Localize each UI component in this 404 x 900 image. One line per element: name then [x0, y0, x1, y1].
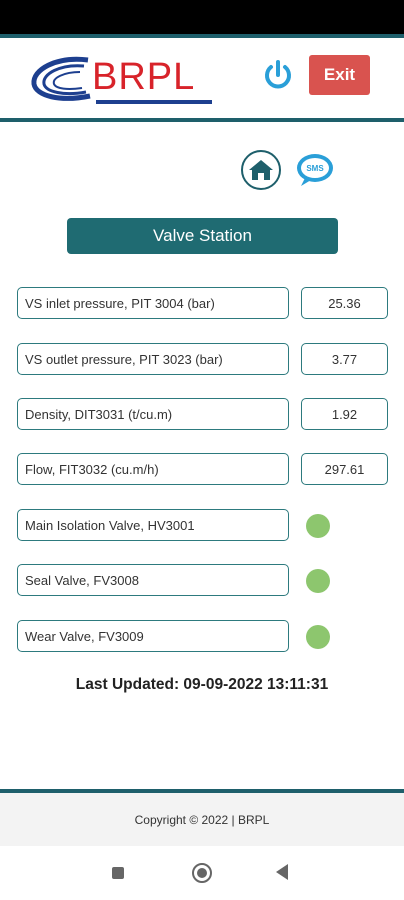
- reading-label: Density, DIT3031 (t/cu.m): [17, 398, 289, 430]
- exit-button[interactable]: Exit: [309, 55, 370, 95]
- sms-button[interactable]: SMS: [295, 152, 335, 188]
- valve-status-indicator: [306, 625, 330, 649]
- valve-status-indicator: [306, 514, 330, 538]
- valve-label: Main Isolation Valve, HV3001: [17, 509, 289, 541]
- power-icon: [265, 60, 291, 89]
- app-header: BRPL Exit: [0, 34, 404, 122]
- system-nav-bar: [0, 846, 404, 900]
- reading-label: VS outlet pressure, PIT 3023 (bar): [17, 343, 289, 375]
- logo-text: BRPL: [92, 56, 196, 98]
- reading-value: 3.77: [301, 343, 388, 375]
- last-updated-text: Last Updated: 09-09-2022 13:11:31: [75, 676, 329, 693]
- svg-text:SMS: SMS: [306, 164, 324, 173]
- power-button[interactable]: [261, 58, 295, 92]
- square-icon[interactable]: [112, 867, 124, 879]
- valve-status-indicator: [306, 569, 330, 593]
- home-icon: [249, 160, 273, 180]
- reading-value: 25.36: [301, 287, 388, 319]
- page-title: Valve Station: [67, 218, 338, 254]
- home-button[interactable]: [241, 150, 281, 190]
- circle-icon[interactable]: [192, 863, 212, 883]
- status-bar: [0, 0, 404, 34]
- valve-label: Seal Valve, FV3008: [17, 564, 289, 596]
- triangle-back-icon[interactable]: [276, 864, 288, 880]
- reading-label: Flow, FIT3032 (cu.m/h): [17, 453, 289, 485]
- logo-underline: [96, 100, 212, 104]
- sms-icon: SMS: [297, 154, 333, 186]
- logo-swoosh-icon: [31, 56, 91, 101]
- copyright-text: Copyright © 2022 | BRPL: [134, 812, 270, 827]
- valve-label: Wear Valve, FV3009: [17, 620, 289, 652]
- reading-label: VS inlet pressure, PIT 3004 (bar): [17, 287, 289, 319]
- reading-value: 297.61: [301, 453, 388, 485]
- reading-value: 1.92: [301, 398, 388, 430]
- brpl-logo: BRPL: [26, 52, 216, 108]
- footer: Copyright © 2022 | BRPL: [0, 789, 404, 846]
